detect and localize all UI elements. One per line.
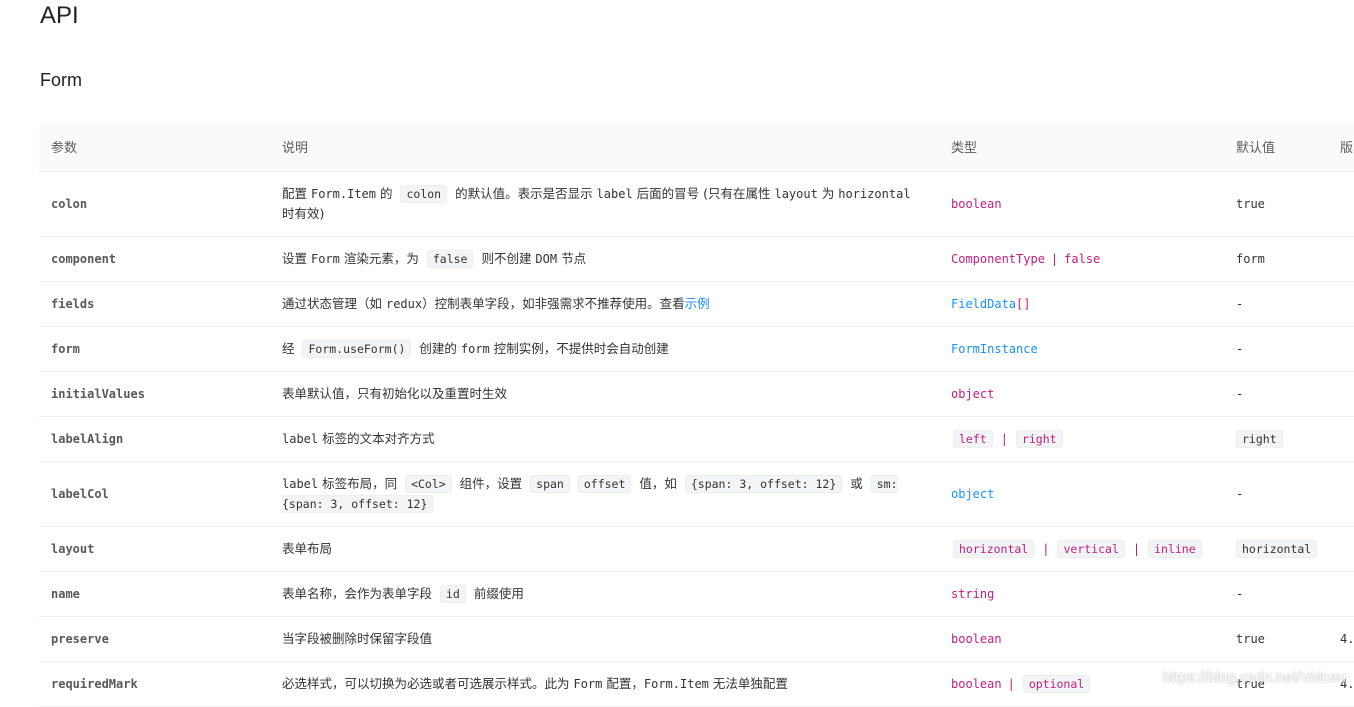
param-type: boolean [939, 171, 1224, 237]
code-chip: {span: 3, offset: 12} [684, 475, 843, 493]
param-version [1328, 416, 1354, 462]
param-description: 经 Form.useForm() 创建的 form 控制实例，不提供时会自动创建 [270, 326, 939, 372]
param-default: form [1224, 236, 1328, 282]
table-row: labelAlign label 标签的文本对齐方式 left | right ri… [39, 416, 1354, 462]
param-name: requiredMark [39, 661, 270, 707]
param-description: 表单布局 [270, 526, 939, 572]
param-name: colon [39, 171, 270, 237]
fielddata-type-link[interactable]: FieldData [951, 297, 1016, 311]
watermark: https://blog.csdn.net/Volceu [1162, 669, 1346, 686]
table-row: name 表单名称，会作为表单字段 id 前缀使用 string - [39, 571, 1354, 617]
code-chip: colon [400, 185, 448, 203]
param-type: object [939, 461, 1224, 527]
header-version: 版本 [1328, 124, 1354, 172]
param-description: label 标签的文本对齐方式 [270, 416, 939, 462]
param-name: initialValues [39, 371, 270, 417]
table-row: component 设置 Form 渲染元素，为 false 则不创建 DOM … [39, 236, 1354, 282]
param-default: true [1224, 171, 1328, 237]
page-title: API [40, 2, 79, 29]
param-default: - [1224, 571, 1328, 617]
code-chip: offset [577, 475, 632, 493]
header-default: 默认值 [1224, 124, 1328, 172]
param-name: labelAlign [39, 416, 270, 462]
code-chip: <Col> [405, 475, 452, 493]
param-default: horizontal [1224, 526, 1328, 572]
table-row: colon 配置 Form.Item 的 colon 的默认值。表示是否显示 l… [39, 171, 1354, 237]
param-version [1328, 526, 1354, 572]
param-description: 必选样式，可以切换为必选或者可选展示样式。此为 Form 配置，Form.Ite… [270, 661, 939, 707]
param-type: string [939, 571, 1224, 617]
param-description: 通过状态管理（如 redux）控制表单字段，如非强需求不推荐使用。查看示例 [270, 281, 939, 327]
param-default: true [1224, 616, 1328, 662]
param-type: FieldData[] [939, 281, 1224, 327]
param-name: labelCol [39, 461, 270, 527]
type-chip: left [953, 430, 993, 448]
param-name: layout [39, 526, 270, 572]
table-row: labelCol label 标签布局，同 <Col> 组件，设置 span of… [39, 461, 1354, 527]
param-version [1328, 281, 1354, 327]
header-param: 参数 [39, 124, 270, 172]
param-type: ComponentType | false [939, 236, 1224, 282]
param-default: - [1224, 326, 1328, 372]
type-chip: right [1015, 430, 1063, 448]
param-default: - [1224, 281, 1328, 327]
param-type: FormInstance [939, 326, 1224, 372]
param-default: right [1224, 416, 1328, 462]
forminstance-type-link[interactable]: FormInstance [951, 342, 1038, 356]
param-name: component [39, 236, 270, 282]
section-title: Form [40, 70, 82, 90]
default-chip: right [1236, 430, 1283, 448]
param-version [1328, 571, 1354, 617]
type-chip: horizontal [953, 540, 1035, 558]
code-chip: span [530, 475, 570, 493]
table-row: form 经 Form.useForm() 创建的 form 控制实例，不提供时… [39, 326, 1354, 372]
table-row: initialValues 表单默认值，只有初始化以及重置时生效 object … [39, 371, 1354, 417]
param-description: label 标签布局，同 <Col> 组件，设置 span offset 值，如 … [270, 461, 939, 527]
param-description: 设置 Form 渲染元素，为 false 则不创建 DOM 节点 [270, 236, 939, 282]
table-row: layout 表单布局 horizontal | vertical | inline h… [39, 526, 1354, 572]
param-description: 表单名称，会作为表单字段 id 前缀使用 [270, 571, 939, 617]
param-default: - [1224, 461, 1328, 527]
param-description: 配置 Form.Item 的 colon 的默认值。表示是否显示 label 后… [270, 171, 939, 237]
code-chip: Form.useForm() [302, 340, 412, 358]
default-chip: horizontal [1236, 540, 1318, 558]
api-table: 参数 说明 类型 默认值 版本 colon 配置 Form.Item 的 col… [39, 124, 1354, 707]
param-description: 表单默认值，只有初始化以及重置时生效 [270, 371, 939, 417]
header-desc: 说明 [270, 124, 939, 172]
object-type-link[interactable]: object [951, 487, 994, 501]
type-chip: optional [1022, 675, 1091, 693]
table-row: preserve 当字段被删除时保留字段值 boolean true 4. [39, 616, 1354, 662]
param-type: object [939, 371, 1224, 417]
param-version [1328, 236, 1354, 282]
param-description: 当字段被删除时保留字段值 [270, 616, 939, 662]
example-link[interactable]: 示例 [685, 296, 710, 311]
param-version [1328, 461, 1354, 527]
param-version [1328, 171, 1354, 237]
table-row: requiredMark 必选样式，可以切换为必选或者可选展示样式。此为 For… [39, 661, 1354, 707]
code-chip: id [439, 585, 466, 603]
table-header-row: 参数 说明 类型 默认值 版本 [39, 124, 1354, 172]
param-type: boolean [939, 616, 1224, 662]
param-name: name [39, 571, 270, 617]
param-type: left | right [939, 416, 1224, 462]
code-chip: false [426, 250, 474, 268]
param-type: horizontal | vertical | inline [939, 526, 1224, 572]
param-version: 4. [1328, 616, 1354, 662]
param-version [1328, 326, 1354, 372]
param-name: preserve [39, 616, 270, 662]
table-row: fields 通过状态管理（如 redux）控制表单字段，如非强需求不推荐使用。… [39, 281, 1354, 327]
param-default: - [1224, 371, 1328, 417]
type-chip: vertical [1057, 540, 1125, 558]
header-type: 类型 [939, 124, 1224, 172]
param-name: form [39, 326, 270, 372]
type-chip: inline [1148, 540, 1202, 558]
param-version [1328, 371, 1354, 417]
param-name: fields [39, 281, 270, 327]
